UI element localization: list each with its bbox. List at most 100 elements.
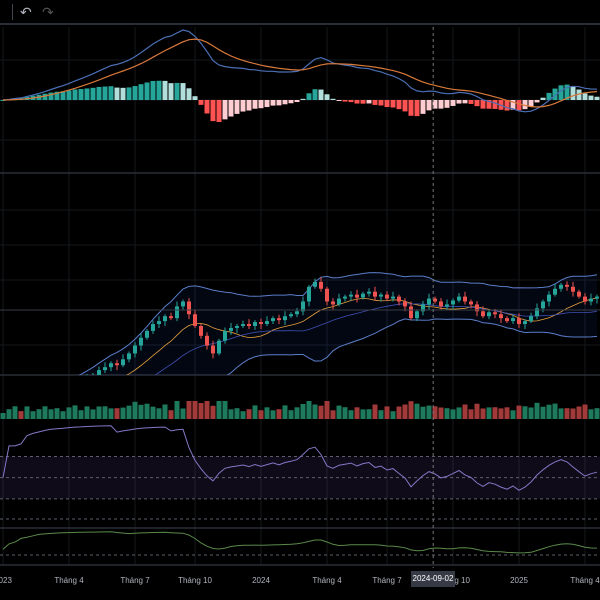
candle-body: [427, 298, 431, 305]
candle-body: [541, 301, 545, 309]
volume-bar: [438, 407, 444, 419]
volume-bar: [258, 410, 264, 419]
volume-bar: [510, 410, 516, 419]
macd-histogram-bar: [480, 100, 486, 109]
chart-canvas[interactable]: [0, 0, 600, 600]
volume-bar: [246, 409, 252, 419]
macd-histogram-bar: [492, 100, 498, 109]
volume-bar: [594, 408, 600, 419]
macd-histogram-bar: [468, 100, 474, 104]
candle-body: [175, 306, 179, 319]
volume-bar: [114, 408, 120, 419]
candle-body: [295, 311, 299, 315]
volume-bar: [534, 402, 540, 419]
volume-bar: [582, 404, 588, 419]
candle-body: [55, 395, 59, 397]
volume-bar: [72, 405, 78, 419]
volume-bar: [504, 407, 510, 419]
macd-histogram-bar: [354, 100, 360, 104]
macd-histogram-bar: [534, 100, 540, 103]
volume-bar: [540, 406, 546, 419]
volume-bar: [414, 403, 420, 419]
volume-bar: [348, 410, 354, 419]
candle-body: [529, 316, 533, 322]
volume-bar: [42, 406, 48, 419]
macd-histogram-bar: [234, 100, 240, 114]
volume-bar: [366, 409, 372, 419]
volume-bar: [0, 413, 6, 419]
volume-bar: [588, 409, 594, 419]
candle-body: [289, 314, 293, 317]
macd-histogram-bar: [540, 97, 546, 100]
candle-body: [319, 281, 323, 289]
candle-body: [385, 294, 389, 299]
candle-body: [547, 294, 551, 302]
macd-histogram-bar: [48, 92, 54, 100]
volume-bar: [186, 401, 192, 419]
volume-bar: [210, 405, 216, 419]
macd-histogram-bar: [132, 86, 138, 100]
time-axis-label: Tháng 10: [178, 576, 212, 585]
macd-histogram-bar: [360, 100, 366, 104]
macd-histogram-bar: [156, 80, 162, 100]
volume-bar: [150, 406, 156, 419]
macd-histogram-bar: [228, 100, 234, 117]
candle-body: [415, 311, 419, 319]
volume-bar: [480, 408, 486, 419]
volume-bar: [12, 406, 18, 419]
candle-body: [481, 311, 485, 317]
candle-body: [571, 286, 575, 292]
volume-bar: [18, 411, 24, 419]
volume-bar: [300, 404, 306, 419]
macd-histogram-bar: [138, 84, 144, 100]
time-axis-label: Tháng 7: [120, 576, 150, 585]
macd-histogram-bar: [192, 96, 198, 100]
macd-histogram-bar: [108, 86, 114, 100]
volume-bar: [330, 410, 336, 419]
volume-bar: [144, 403, 150, 419]
macd-histogram-bar: [336, 100, 342, 101]
volume-bar: [252, 405, 258, 419]
macd-histogram-bar: [348, 100, 354, 103]
time-axis-label: Tháng 7: [372, 576, 402, 585]
macd-histogram-bar: [528, 100, 534, 107]
candle-body: [499, 314, 503, 319]
volume-bar: [78, 410, 84, 419]
candle-body: [463, 296, 467, 302]
candle-body: [583, 296, 587, 302]
candle-body: [151, 324, 155, 331]
macd-histogram-bar: [114, 87, 120, 100]
volume-bar: [492, 407, 498, 419]
volume-bar: [546, 404, 552, 419]
volume-bar: [576, 406, 582, 419]
candle-body: [19, 409, 23, 410]
volume-bar: [456, 407, 462, 419]
candle-body: [163, 316, 167, 322]
macd-histogram-bar: [282, 100, 288, 105]
volume-bar: [522, 406, 528, 419]
macd-histogram-bar: [120, 87, 126, 100]
volume-bar: [354, 407, 360, 419]
macd-histogram-bar: [150, 80, 156, 100]
candle-body: [181, 301, 185, 307]
candle-body: [409, 306, 413, 319]
candle-body: [355, 294, 359, 298]
volume-bar: [324, 401, 330, 419]
volume-bar: [36, 409, 42, 419]
macd-histogram-bar: [426, 100, 432, 111]
macd-histogram-bar: [420, 100, 426, 114]
macd-histogram-bar: [96, 86, 102, 100]
volume-bar: [198, 403, 204, 419]
macd-histogram-bar: [216, 100, 222, 122]
volume-bar: [132, 401, 138, 419]
candle-body: [73, 385, 77, 389]
candle-body: [517, 318, 521, 325]
volume-bar: [240, 411, 246, 419]
macd-histogram-bar: [384, 100, 390, 108]
candle-body: [79, 383, 83, 385]
volume-bar: [486, 407, 492, 419]
candle-body: [313, 281, 317, 287]
macd-histogram-bar: [438, 100, 444, 109]
candle-body: [577, 291, 581, 297]
candle-body: [367, 291, 371, 294]
